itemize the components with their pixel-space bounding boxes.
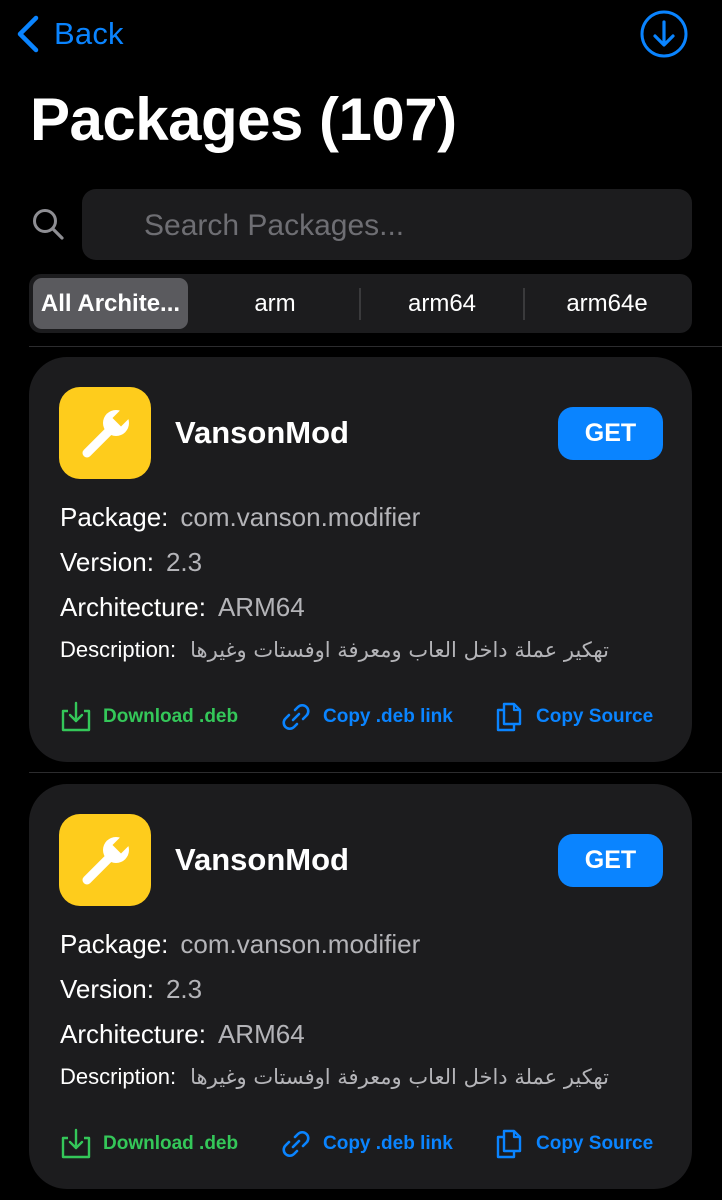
copy-source-label: Copy Source bbox=[536, 1133, 654, 1154]
architecture-value: ARM64 bbox=[217, 592, 305, 622]
version-label: Version: bbox=[60, 547, 154, 577]
copy-deb-link-button[interactable]: Copy .deb link bbox=[279, 697, 453, 737]
list-divider bbox=[29, 346, 722, 347]
copy-source-label: Copy Source bbox=[536, 706, 654, 727]
search-input[interactable] bbox=[142, 189, 676, 262]
description-row: Description: تهكير عملة داخل العاب ومعرفة… bbox=[60, 633, 609, 667]
architecture-row: Architecture: ARM64 bbox=[60, 590, 305, 624]
back-button[interactable]: Back bbox=[14, 12, 124, 56]
back-label: Back bbox=[54, 16, 124, 51]
navigation-bar: Back bbox=[0, 0, 722, 70]
app-name: VansonMod bbox=[175, 842, 349, 877]
description-label: Description: bbox=[60, 637, 177, 662]
description-row: Description: تهكير عملة داخل العاب ومعرفة… bbox=[60, 1060, 609, 1094]
copy-deb-link-button[interactable]: Copy .deb link bbox=[279, 1124, 453, 1164]
description-label: Description: bbox=[60, 1064, 177, 1089]
package-id-value: com.vanson.modifier bbox=[180, 929, 421, 959]
download-queue-button[interactable] bbox=[638, 8, 690, 60]
segment-divider bbox=[523, 288, 525, 320]
copy-source-button[interactable]: Copy Source bbox=[492, 697, 653, 737]
download-deb-button[interactable]: Download .deb bbox=[59, 697, 238, 737]
get-button[interactable]: GET bbox=[558, 834, 663, 887]
architecture-row: Architecture: ARM64 bbox=[60, 1017, 305, 1051]
version-row: Version: 2.3 bbox=[60, 972, 202, 1006]
wrench-icon bbox=[82, 408, 131, 458]
version-row: Version: 2.3 bbox=[60, 545, 202, 579]
segment-arm64e[interactable]: arm64e bbox=[527, 278, 687, 329]
search-field bbox=[82, 189, 692, 262]
copy-deb-link-label: Copy .deb link bbox=[323, 706, 453, 727]
chevron-left-icon bbox=[17, 15, 39, 53]
download-tray-icon bbox=[61, 701, 91, 732]
download-deb-label: Download .deb bbox=[103, 706, 239, 727]
page-title: Packages (107) bbox=[30, 86, 457, 153]
architecture-label: Architecture: bbox=[60, 1019, 206, 1049]
package-id-row: Package: com.vanson.modifier bbox=[60, 927, 420, 961]
app-icon bbox=[59, 814, 151, 906]
architecture-value: ARM64 bbox=[217, 1019, 305, 1049]
architecture-filter: All Archite... arm arm64 arm64e bbox=[29, 274, 692, 333]
description-value: تهكير عملة داخل العاب ومعرفة اوفستات وغي… bbox=[190, 1065, 609, 1089]
copy-deb-link-label: Copy .deb link bbox=[323, 1133, 453, 1154]
package-card[interactable]: VansonMod GET Package: com.vanson.modifie… bbox=[29, 357, 692, 762]
description-value: تهكير عملة داخل العاب ومعرفة اوفستات وغي… bbox=[190, 638, 609, 662]
search-icon bbox=[33, 209, 64, 240]
segment-arm[interactable]: arm bbox=[195, 278, 355, 329]
app-icon bbox=[59, 387, 151, 479]
copy-source-button[interactable]: Copy Source bbox=[492, 1124, 653, 1164]
segment-all-architectures[interactable]: All Archite... bbox=[33, 278, 188, 329]
download-tray-icon bbox=[61, 1128, 91, 1159]
link-icon bbox=[282, 704, 310, 730]
link-icon bbox=[282, 1131, 310, 1157]
download-deb-button[interactable]: Download .deb bbox=[59, 1124, 238, 1164]
version-value: 2.3 bbox=[165, 974, 203, 1004]
architecture-label: Architecture: bbox=[60, 592, 206, 622]
package-id-value: com.vanson.modifier bbox=[180, 502, 421, 532]
version-label: Version: bbox=[60, 974, 154, 1004]
package-label: Package: bbox=[60, 929, 169, 959]
app-name: VansonMod bbox=[175, 415, 349, 450]
segment-divider bbox=[359, 288, 361, 320]
list-divider bbox=[29, 772, 722, 773]
download-circle-icon bbox=[640, 10, 688, 58]
package-card[interactable]: VansonMod GET Package: com.vanson.modifie… bbox=[29, 784, 692, 1189]
package-label: Package: bbox=[60, 502, 169, 532]
get-button[interactable]: GET bbox=[558, 407, 663, 460]
copy-document-icon bbox=[496, 1129, 522, 1159]
package-id-row: Package: com.vanson.modifier bbox=[60, 500, 420, 534]
wrench-icon bbox=[82, 835, 131, 885]
segment-arm64[interactable]: arm64 bbox=[362, 278, 522, 329]
version-value: 2.3 bbox=[165, 547, 203, 577]
download-deb-label: Download .deb bbox=[103, 1133, 239, 1154]
copy-document-icon bbox=[496, 702, 522, 732]
